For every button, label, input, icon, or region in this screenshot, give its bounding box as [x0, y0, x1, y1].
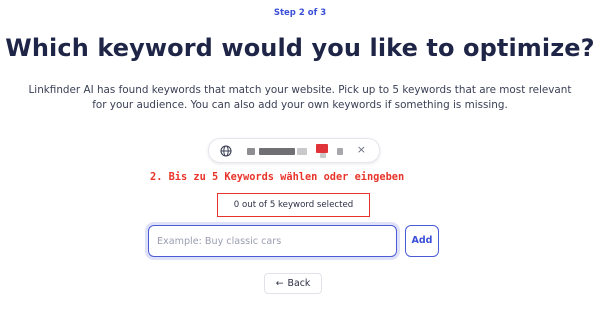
- add-keyword-button[interactable]: Add: [405, 225, 439, 257]
- back-button[interactable]: ← Back: [264, 273, 322, 294]
- blurred-url-segment: [247, 148, 255, 155]
- blurred-url-segment: [316, 144, 328, 153]
- page-title: Which keyword would you like to optimize…: [5, 34, 595, 62]
- globe-icon: [220, 145, 232, 157]
- step-indicator: Step 2 of 3: [273, 8, 327, 18]
- keyword-input[interactable]: [148, 225, 397, 257]
- blurred-url-segment: [320, 153, 326, 158]
- keyword-selection-counter: 0 out of 5 keyword selected: [217, 193, 370, 217]
- page-description: Linkfinder AI has found keywords that ma…: [28, 84, 572, 111]
- website-url-pill: ×: [208, 138, 380, 163]
- blurred-url-segment: [259, 148, 295, 155]
- close-icon[interactable]: ×: [357, 143, 366, 156]
- annotation-label: 2. Bis zu 5 Keywords wählen oder eingebe…: [150, 171, 405, 183]
- arrow-left-icon: ←: [275, 278, 284, 289]
- blurred-url-segment: [337, 148, 343, 155]
- blurred-url-segment: [297, 148, 307, 155]
- back-button-label: Back: [287, 278, 311, 289]
